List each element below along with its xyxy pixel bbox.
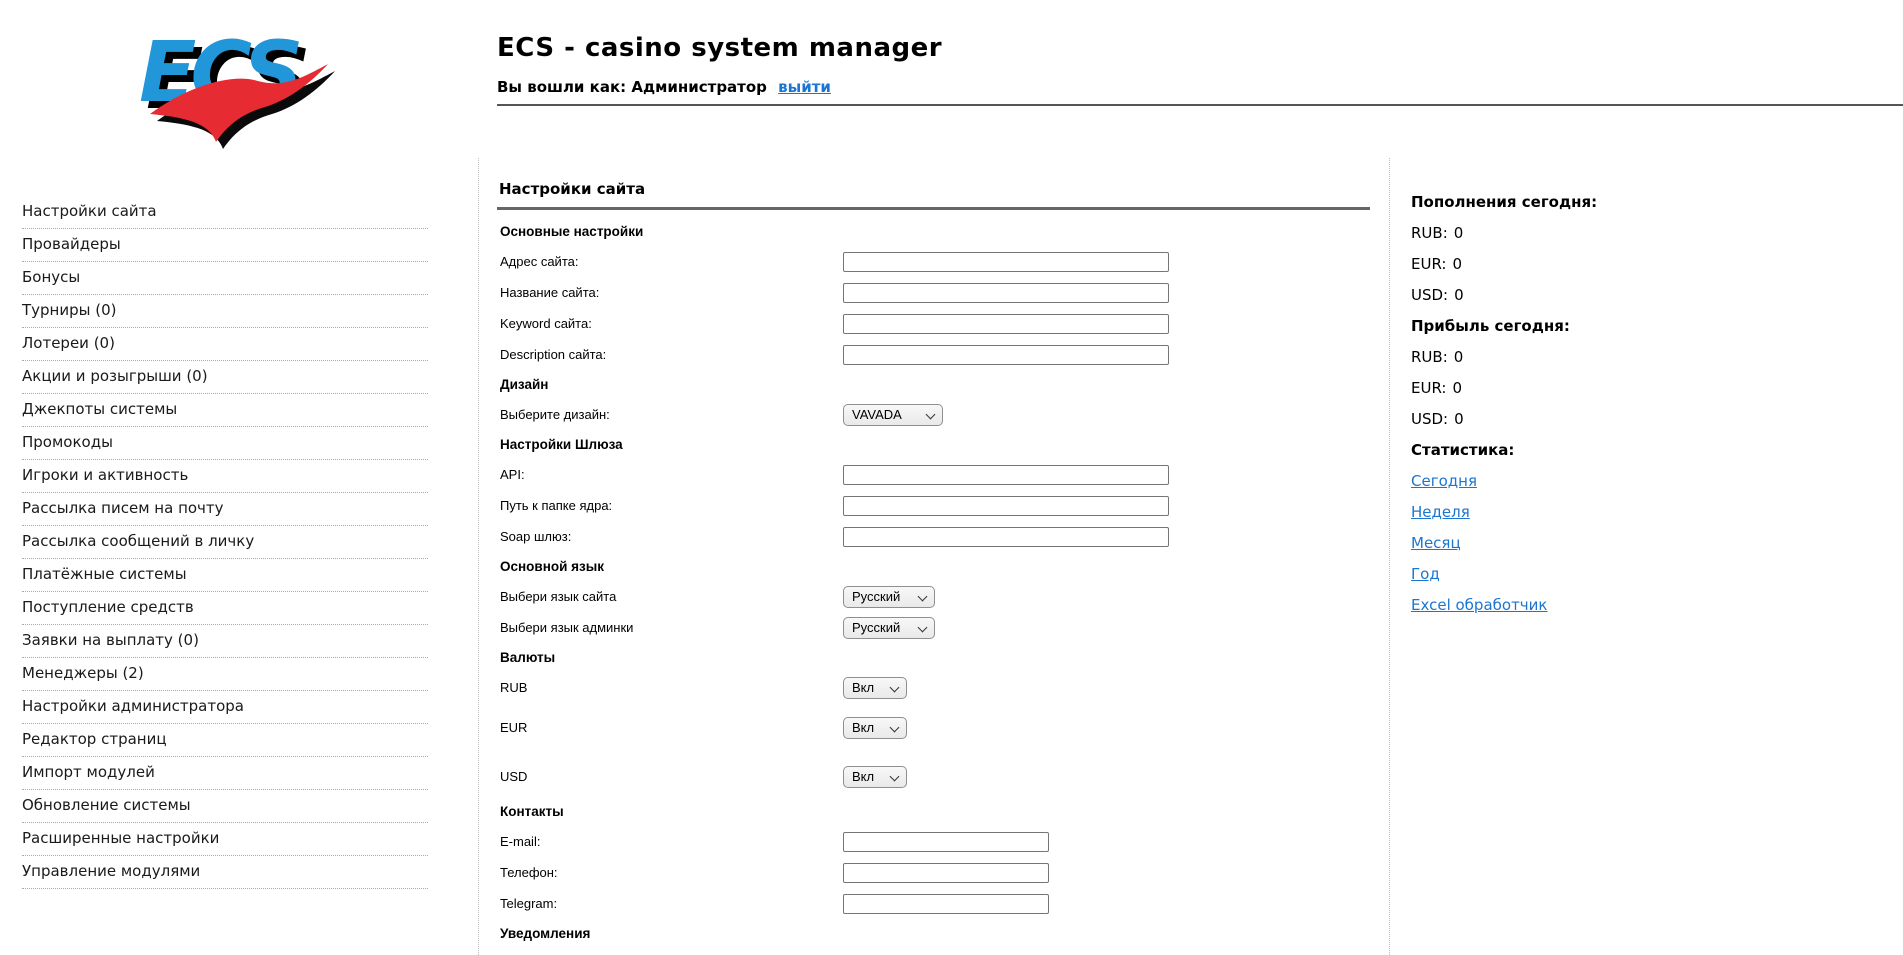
telegram-input[interactable] — [843, 893, 1049, 914]
sidebar-item-payout-requests[interactable]: Заявки на выплату (0) — [22, 625, 428, 658]
login-status-line: Вы вошли как: Администратор выйти — [497, 78, 831, 96]
stats-link-month[interactable]: Месяц — [1411, 534, 1461, 552]
form-section-design: Дизайн — [500, 377, 549, 392]
design-select-label: Выберите дизайн: — [500, 407, 610, 422]
deposits-rub: RUB: 0 — [1411, 223, 1464, 242]
stats-link-week[interactable]: Неделя — [1411, 503, 1470, 521]
core-path-input[interactable] — [843, 495, 1169, 516]
sidebar-item-incoming-funds[interactable]: Поступление средств — [22, 592, 428, 625]
rub-currency-label: RUB — [500, 680, 528, 695]
sidebar-item-site-settings[interactable]: Настройки сайта — [22, 196, 428, 229]
phone-input[interactable] — [843, 862, 1049, 883]
telegram-label: Telegram: — [500, 896, 558, 911]
profit-rub: RUB: 0 — [1411, 347, 1464, 366]
site-name-label: Название сайта: — [500, 285, 600, 300]
rub-currency-select[interactable]: Вкл — [843, 676, 907, 699]
design-select[interactable]: VAVADA — [843, 403, 943, 426]
site-description-label: Description сайта: — [500, 347, 607, 362]
form-section-notifications: Уведомления — [500, 926, 591, 941]
site-name-input[interactable] — [843, 282, 1169, 303]
sidebar-item-jackpots[interactable]: Джекпоты системы — [22, 394, 428, 427]
sidebar-item-providers[interactable]: Провайдеры — [22, 229, 428, 262]
form-section-currencies: Валюты — [500, 650, 556, 665]
sidebar-item-promocodes[interactable]: Промокоды — [22, 427, 428, 460]
soap-gateway-input[interactable] — [843, 526, 1169, 547]
soap-gateway-label: Soap шлюз: — [500, 529, 572, 544]
deposits-usd: USD: 0 — [1411, 285, 1464, 304]
profit-usd: USD: 0 — [1411, 409, 1464, 428]
sidebar-item-lotteries[interactable]: Лотереи (0) — [22, 328, 428, 361]
panel-divider — [497, 207, 1370, 210]
api-label: API: — [500, 467, 525, 482]
site-keyword-input[interactable] — [843, 313, 1169, 334]
stats-link-excel[interactable]: Excel обработчик — [1411, 596, 1547, 614]
site-language-label: Выбери язык сайта — [500, 589, 617, 604]
divider-main-stats — [1389, 158, 1390, 955]
deposits-eur: EUR: 0 — [1411, 254, 1463, 273]
profit-today-title: Прибыль сегодня: — [1411, 316, 1570, 335]
site-address-input[interactable] — [843, 251, 1169, 272]
login-status-text: Вы вошли как: Администратор — [497, 78, 767, 96]
page-title: Настройки сайта — [499, 180, 646, 198]
sidebar-item-email-mailing[interactable]: Рассылка писем на почту — [22, 493, 428, 526]
sidebar-item-players-activity[interactable]: Игроки и активность — [22, 460, 428, 493]
sidebar-item-advanced-settings[interactable]: Расширенные настройки — [22, 823, 428, 856]
form-section-gateway: Настройки Шлюза — [500, 437, 623, 452]
site-description-input[interactable] — [843, 344, 1169, 365]
ecs-logo: ECS ECS — [136, 18, 336, 150]
site-settings-form: Основные настройки Адрес сайта: Название… — [497, 217, 1370, 955]
sidebar-item-admin-settings[interactable]: Настройки администратора — [22, 691, 428, 724]
sidebar-item-bonuses[interactable]: Бонусы — [22, 262, 428, 295]
ecs-logo-graphic: ECS ECS — [139, 23, 335, 149]
phone-label: Телефон: — [500, 865, 558, 880]
sidebar-item-promotions[interactable]: Акции и розыгрыши (0) — [22, 361, 428, 394]
site-language-select[interactable]: Русский — [843, 585, 935, 608]
stats-panel: Пополнения сегодня: RUB: 0 EUR: 0 USD: 0 Пр… — [1411, 186, 1881, 620]
profit-eur: EUR: 0 — [1411, 378, 1463, 397]
admin-language-select[interactable]: Русский — [843, 616, 935, 639]
sidebar-item-module-import[interactable]: Импорт модулей — [22, 757, 428, 790]
eur-currency-select[interactable]: Вкл — [843, 716, 907, 739]
email-input[interactable] — [843, 831, 1049, 852]
core-path-label: Путь к папке ядра: — [500, 498, 613, 513]
usd-currency-select[interactable]: Вкл — [843, 765, 907, 788]
page: ECS ECS ECS - casino system manager Вы в… — [0, 0, 1903, 955]
sidebar-item-module-management[interactable]: Управление модулями — [22, 856, 428, 889]
form-section-general: Основные настройки — [500, 224, 644, 239]
main-panel: Настройки сайта Основные настройки Адрес… — [497, 180, 1370, 955]
api-input[interactable] — [843, 464, 1169, 485]
sidebar-item-page-editor[interactable]: Редактор страниц — [22, 724, 428, 757]
sidebar-item-tournaments[interactable]: Турниры (0) — [22, 295, 428, 328]
stats-link-year[interactable]: Год — [1411, 565, 1440, 583]
email-label: E-mail: — [500, 834, 541, 849]
form-section-contacts: Контакты — [500, 804, 564, 819]
header-divider — [497, 104, 1903, 106]
eur-currency-label: EUR — [500, 720, 528, 735]
sidebar-item-pm-mailing[interactable]: Рассылка сообщений в личку — [22, 526, 428, 559]
sidebar-menu: Настройки сайта Провайдеры Бонусы Турнир… — [22, 196, 428, 889]
sidebar-item-managers[interactable]: Менеджеры (2) — [22, 658, 428, 691]
admin-language-label: Выбери язык админки — [500, 620, 634, 635]
statistics-title: Статистика: — [1411, 440, 1515, 459]
site-address-label: Адрес сайта: — [500, 254, 579, 269]
sidebar-item-payment-systems[interactable]: Платёжные системы — [22, 559, 428, 592]
form-section-language: Основной язык — [500, 559, 605, 574]
logout-link[interactable]: выйти — [778, 78, 831, 96]
sidebar-item-system-update[interactable]: Обновление системы — [22, 790, 428, 823]
stats-link-today[interactable]: Сегодня — [1411, 472, 1477, 490]
app-title: ECS - casino system manager — [497, 33, 943, 63]
divider-sidebar-main — [478, 158, 479, 955]
deposits-today-title: Пополнения сегодня: — [1411, 192, 1598, 211]
usd-currency-label: USD — [500, 769, 528, 784]
site-keyword-label: Keyword сайта: — [500, 316, 592, 331]
